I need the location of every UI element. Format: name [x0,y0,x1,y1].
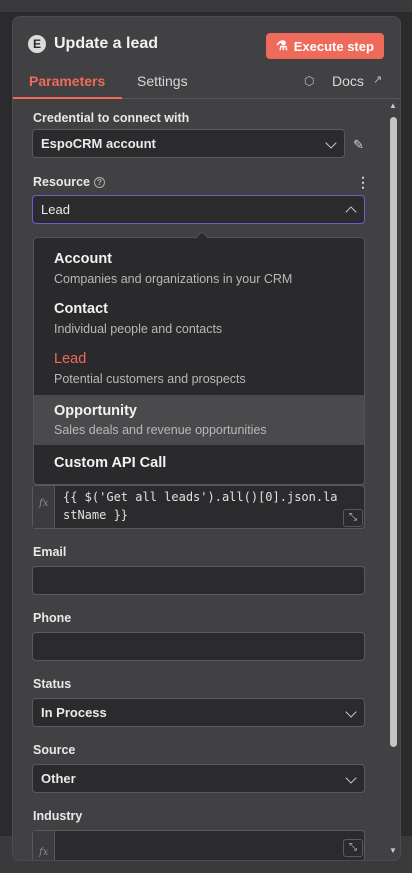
option-title: Lead [54,351,87,367]
active-tab-indicator [13,97,122,99]
phone-label: Phone [33,611,72,625]
panel-header: E Update a lead ⚗ Execute step Parameter… [13,17,400,99]
option-lead[interactable]: Lead Potential customers and prospects [34,338,364,388]
pencil-icon[interactable]: ✎ [353,137,364,153]
option-opportunity[interactable]: Opportunity Sales deals and revenue oppo… [34,395,364,445]
scroll-up-icon[interactable]: ▲ [389,101,397,110]
chevron-down-icon [345,772,357,784]
option-title: Account [54,251,112,267]
execute-step-label: Execute step [293,38,374,54]
resource-dropdown: Account Companies and organizations in y… [33,237,365,485]
source-label: Source [33,743,76,757]
option-title: Contact [54,301,108,317]
chevron-up-icon [345,206,357,218]
industry-label: Industry [33,809,83,823]
credential-select[interactable]: EspoCRM account [32,129,345,158]
resource-label-wrap: Resource? [33,175,105,189]
source-select[interactable]: Other [32,764,365,793]
resource-label: Resource [33,175,90,189]
option-contact[interactable]: Contact Individual people and contacts [34,288,364,338]
scroll-down-icon[interactable]: ▼ [389,846,397,855]
tab-parameters[interactable]: Parameters [29,73,105,89]
fx-icon: fx [39,847,49,858]
email-label: Email [33,545,67,559]
docs-link[interactable]: Docs [332,73,364,89]
tab-settings[interactable]: Settings [137,73,188,89]
option-description: Individual people and contacts [54,322,223,336]
expand-icon[interactable]: ⤡ [343,509,363,527]
status-value: In Process [41,705,107,720]
fx-icon: fx [39,498,49,509]
cube-icon[interactable]: ⬡ [304,74,314,88]
node-title[interactable]: Update a lead [54,35,158,53]
tab-bar: Parameters Settings ⬡ Docs ↗ [13,73,400,99]
options-menu-icon[interactable]: ⋮ [356,174,370,191]
chevron-down-icon [345,706,357,718]
external-link-icon: ↗ [373,74,383,86]
option-description: Potential customers and prospects [54,372,246,386]
credential-value: EspoCRM account [41,136,156,151]
option-title: Opportunity [54,403,137,419]
industry-field[interactable]: fx ⤡ [32,830,365,860]
scroll-thumb[interactable] [390,117,397,747]
node-panel: E Update a lead ⚗ Execute step Parameter… [12,16,401,861]
expand-icon[interactable]: ⤡ [343,839,363,857]
scrollbar[interactable]: ▲ ▼ [388,99,398,859]
flask-icon: ⚗ [276,38,288,53]
source-value: Other [41,771,76,786]
chevron-down-icon [325,137,337,149]
status-select[interactable]: In Process [32,698,365,727]
execute-step-button[interactable]: ⚗ Execute step [266,33,384,59]
option-description: Companies and organizations in your CRM [54,272,293,286]
option-title: Custom API Call [54,455,167,471]
option-account[interactable]: Account Companies and organizations in y… [34,238,364,288]
phone-field[interactable] [32,632,365,661]
background-top [0,0,412,12]
espocrm-icon: E [28,35,46,53]
last-name-expression-field[interactable]: fx {{ $('Get all leads').all()[0].json.l… [32,485,365,529]
email-field[interactable] [32,566,365,595]
help-icon[interactable]: ? [93,177,105,188]
option-custom-api-call[interactable]: Custom API Call [34,445,364,484]
option-description: Sales deals and revenue opportunities [54,423,267,437]
credential-label: Credential to connect with [33,111,190,125]
expression-text: {{ $('Get all leads').all()[0].json.last… [63,490,338,522]
fx-badge: fx [33,486,55,528]
resource-select[interactable]: Lead [32,195,365,224]
status-label: Status [33,677,72,691]
fx-badge: fx [33,831,55,860]
resource-value: Lead [41,202,70,217]
